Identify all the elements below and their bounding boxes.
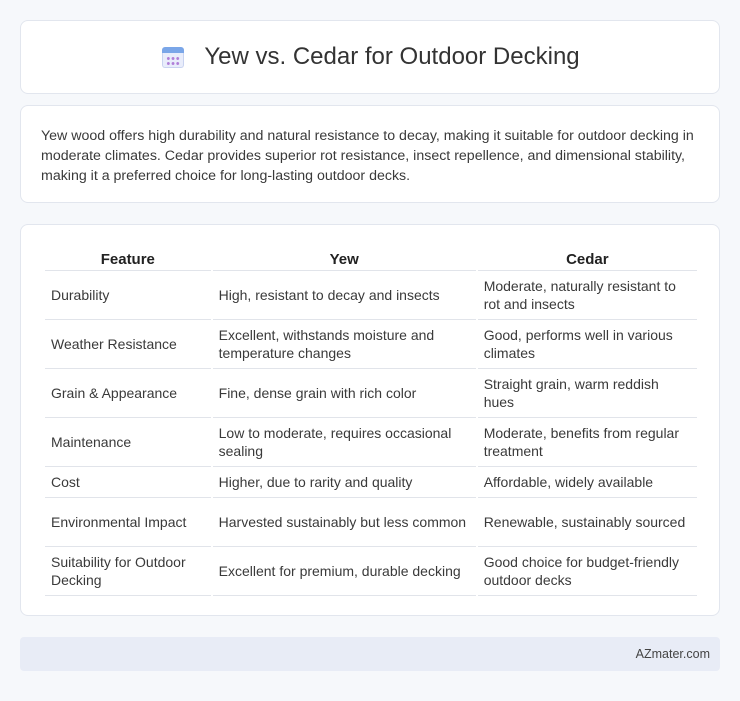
feature-cell: Environmental Impact <box>45 498 211 547</box>
feature-cell: Maintenance <box>45 418 211 467</box>
footer-bar: AZmater.com <box>20 637 720 671</box>
yew-cell: Higher, due to rarity and quality <box>212 467 476 498</box>
summary-card: Yew wood offers high durability and natu… <box>20 105 720 203</box>
cedar-cell: Good, performs well in various climates <box>477 320 697 369</box>
feature-cell: Durability <box>45 271 211 320</box>
cedar-cell: Renewable, sustainably sourced <box>477 498 697 547</box>
comparison-table: Feature Yew Cedar Durability High, resis… <box>43 245 699 596</box>
yew-cell: Fine, dense grain with rich color <box>212 369 476 418</box>
calendar-icon <box>160 44 186 70</box>
footer-brand: AZmater.com <box>635 647 710 661</box>
cedar-cell: Moderate, benefits from regular treatmen… <box>477 418 697 467</box>
cedar-cell: Affordable, widely available <box>477 467 697 498</box>
page-title: Yew vs. Cedar for Outdoor Decking <box>204 43 580 70</box>
yew-cell: Low to moderate, requires occasional sea… <box>212 418 476 467</box>
table-row: Grain & Appearance Fine, dense grain wit… <box>45 369 697 418</box>
table-row: Maintenance Low to moderate, requires oc… <box>45 418 697 467</box>
feature-cell: Weather Resistance <box>45 320 211 369</box>
cedar-cell: Moderate, naturally resistant to rot and… <box>477 271 697 320</box>
cedar-cell: Straight grain, warm reddish hues <box>477 369 697 418</box>
comparison-table-card: Feature Yew Cedar Durability High, resis… <box>20 224 720 616</box>
cedar-cell: Good choice for budget-friendly outdoor … <box>477 547 697 596</box>
header-feature: Feature <box>45 245 211 271</box>
feature-cell: Grain & Appearance <box>45 369 211 418</box>
yew-cell: Excellent, withstands moisture and tempe… <box>212 320 476 369</box>
header-cedar: Cedar <box>477 245 697 271</box>
feature-cell: Cost <box>45 467 211 498</box>
table-row: Weather Resistance Excellent, withstands… <box>45 320 697 369</box>
table-row: Suitability for Outdoor Decking Excellen… <box>45 547 697 596</box>
header-yew: Yew <box>212 245 476 271</box>
table-row: Cost Higher, due to rarity and quality A… <box>45 467 697 498</box>
title-card: Yew vs. Cedar for Outdoor Decking <box>20 20 720 94</box>
yew-cell: Excellent for premium, durable decking <box>212 547 476 596</box>
table-header-row: Feature Yew Cedar <box>45 245 697 271</box>
yew-cell: High, resistant to decay and insects <box>212 271 476 320</box>
table-row: Durability High, resistant to decay and … <box>45 271 697 320</box>
table-row: Environmental Impact Harvested sustainab… <box>45 498 697 547</box>
feature-cell: Suitability for Outdoor Decking <box>45 547 211 596</box>
yew-cell: Harvested sustainably but less common <box>212 498 476 547</box>
summary-text: Yew wood offers high durability and natu… <box>41 128 694 184</box>
